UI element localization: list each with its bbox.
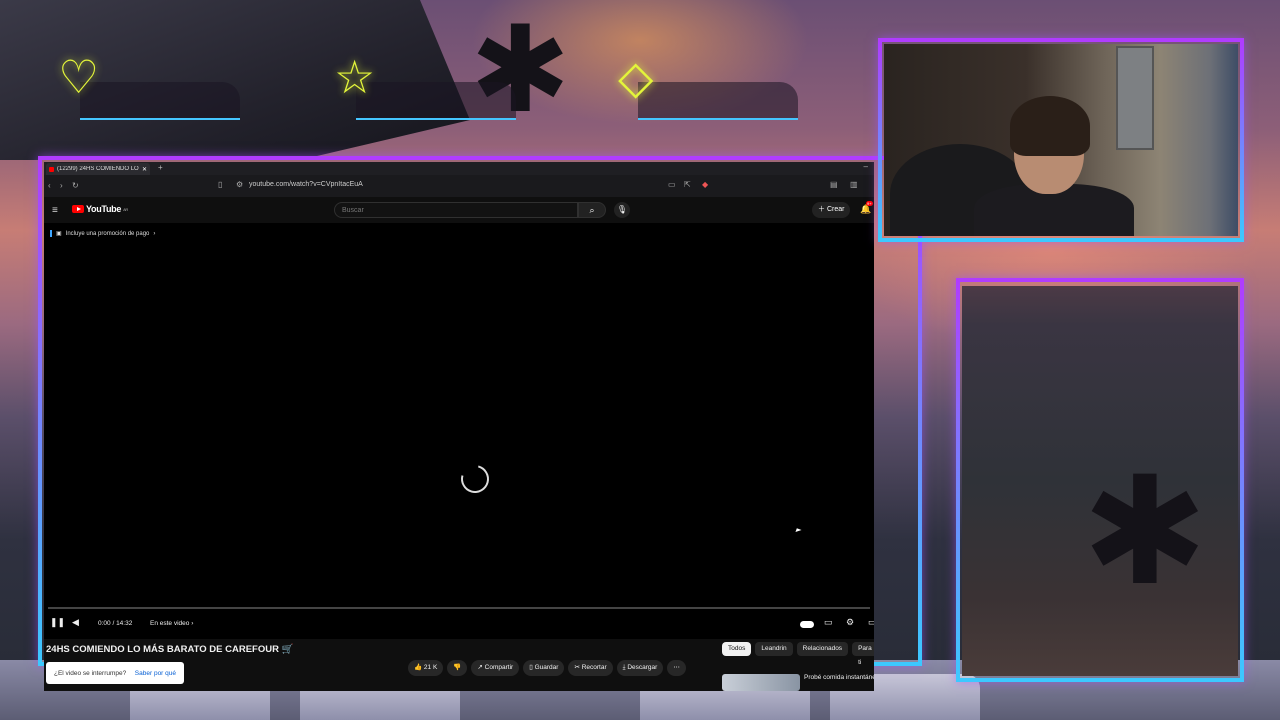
bookmark-icon: ▯ bbox=[529, 664, 533, 671]
promo-icon: ▣ bbox=[56, 231, 62, 237]
theater-mode-icon[interactable]: ▭ bbox=[868, 617, 874, 628]
close-tab-icon[interactable]: ✕ bbox=[142, 166, 147, 173]
loading-spinner-icon bbox=[455, 459, 495, 499]
popup-question: ¿El video se interrumpe? bbox=[54, 669, 127, 677]
tab-title: (12299) 24HS COMIENDO LO MÁ bbox=[57, 166, 139, 172]
site-info-icon[interactable]: ⚙ bbox=[236, 180, 243, 189]
video-title: 24HS COMIENDO LO MÁS BARATO DE CAREFOUR … bbox=[46, 644, 294, 655]
settings-icon[interactable]: ⚙ bbox=[846, 617, 854, 628]
recommendation-chips: Todos Leandrin Relacionados Para ti bbox=[722, 642, 874, 666]
plus-icon: ＋ bbox=[818, 206, 825, 213]
logo-text: YouTube bbox=[86, 204, 122, 214]
save-button[interactable]: ▯ Guardar bbox=[523, 660, 565, 676]
streamer-hair bbox=[1010, 96, 1090, 156]
recommended-video-title[interactable]: Probé comida instantánea del bbox=[804, 674, 874, 682]
youtube-logo[interactable]: YouTube AR bbox=[72, 204, 128, 214]
thumbs-up-icon: 👍 bbox=[414, 664, 423, 671]
download-button[interactable]: ⤓ Descargar bbox=[616, 660, 664, 676]
stream-badge-heart bbox=[80, 82, 240, 120]
clip-button[interactable]: ✂ Recortar bbox=[568, 660, 613, 676]
time-display: 0:00 / 14:32 bbox=[98, 620, 133, 627]
chip-channel[interactable]: Leandrin bbox=[755, 642, 793, 656]
browser-tab[interactable]: (12299) 24HS COMIENDO LO MÁ ✕ bbox=[46, 163, 150, 175]
learn-why-link[interactable]: Saber por qué bbox=[135, 670, 176, 677]
chevron-right-icon: › bbox=[153, 230, 156, 237]
volume-icon[interactable]: ◀ bbox=[72, 617, 79, 628]
promo-text: Incluye una promoción de pago bbox=[65, 230, 150, 237]
chip-for-you[interactable]: Para ti bbox=[852, 642, 874, 666]
region-code: AR bbox=[123, 206, 129, 212]
save-label: Guardar bbox=[534, 664, 559, 671]
more-icon: ⋯ bbox=[673, 664, 680, 671]
heart-icon: ♡ bbox=[58, 51, 100, 103]
bookmark-icon[interactable]: ▯ bbox=[218, 180, 222, 189]
youtube-play-icon bbox=[72, 205, 84, 213]
dislike-button[interactable]: 👎 bbox=[447, 660, 468, 676]
diamond-icon: ◇ bbox=[618, 51, 654, 103]
menu-icon[interactable]: ≡ bbox=[52, 205, 58, 216]
player-controls: ❚❚ ◀ 0:00 / 14:32 En este video › ▭ ⚙ ▭ … bbox=[44, 611, 874, 639]
search-input[interactable]: Buscar bbox=[334, 202, 578, 218]
more-actions-button[interactable]: ⋯ bbox=[667, 660, 686, 676]
browser-window: (12299) 24HS COMIENDO LO MÁ ✕ + – ‹ › ↻ … bbox=[44, 162, 874, 691]
share-icon[interactable]: ⇱ bbox=[684, 180, 691, 189]
progress-bar[interactable] bbox=[48, 607, 870, 609]
clip-label: Recortar bbox=[581, 664, 607, 671]
url-field[interactable]: youtube.com/watch?v=CVpnItacEuA bbox=[249, 181, 363, 188]
background-door bbox=[1116, 46, 1154, 150]
notification-count: 9+ bbox=[866, 201, 873, 206]
like-count: 21 K bbox=[423, 664, 438, 671]
subtitles-icon[interactable]: ▭ bbox=[824, 617, 833, 628]
youtube-header: ≡ YouTube AR Buscar ⌕ 🎙 ＋ Crear 🔔 9+ bbox=[44, 197, 874, 223]
share-icon: ↗ bbox=[477, 664, 483, 671]
ocean-view: ✱ bbox=[962, 286, 1238, 676]
reload-button[interactable]: ↻ bbox=[72, 181, 79, 190]
video-player[interactable]: ▣ Incluye una promoción de pago › ❚❚ ◀ 0… bbox=[44, 223, 874, 639]
thumbs-down-icon: 👎 bbox=[453, 664, 462, 671]
split-view-icon[interactable]: ▥ bbox=[850, 180, 858, 189]
cast-icon[interactable]: ▭ bbox=[668, 180, 676, 189]
video-thumbnail[interactable] bbox=[722, 674, 800, 691]
video-actions: 👍 21 K 👎 ↗ Compartir ▯ Guardar ✂ Recorta… bbox=[408, 660, 686, 676]
autoplay-toggle[interactable] bbox=[800, 621, 814, 628]
playback-help-popup: ¿El video se interrumpe? Saber por qué bbox=[46, 662, 184, 684]
minimize-button[interactable]: – bbox=[864, 162, 868, 171]
stream-badge-diamond bbox=[638, 82, 798, 120]
create-label: Crear bbox=[826, 206, 845, 213]
microphone-icon[interactable]: 🎙 bbox=[614, 202, 630, 218]
address-bar: ‹ › ↻ ▯ ⚙ youtube.com/watch?v=CVpnItacEu… bbox=[44, 175, 874, 197]
webcam-feed bbox=[884, 44, 1238, 236]
chip-related[interactable]: Relacionados bbox=[796, 642, 849, 656]
download-label: Descargar bbox=[627, 664, 658, 671]
chapter-button[interactable]: En este video › bbox=[150, 620, 193, 627]
share-button[interactable]: ↗ Compartir bbox=[471, 660, 520, 676]
palm-tree-decoration: ✱ bbox=[1082, 447, 1208, 615]
chapter-label: En este video bbox=[150, 620, 190, 627]
video-meta: 24HS COMIENDO LO MÁS BARATO DE CAREFOUR … bbox=[44, 639, 874, 691]
paid-promotion-notice[interactable]: ▣ Incluye una promoción de pago › bbox=[50, 230, 155, 237]
youtube-favicon-icon bbox=[49, 166, 54, 172]
extension-icon[interactable]: ◆ bbox=[702, 180, 708, 189]
like-button[interactable]: 👍 21 K bbox=[408, 660, 444, 676]
mouse-cursor-icon bbox=[795, 528, 802, 534]
recommended-video[interactable]: Probé comida instantánea del ⋮ bbox=[722, 674, 874, 691]
star-icon: ☆ bbox=[334, 51, 376, 103]
create-button[interactable]: ＋ Crear bbox=[812, 202, 851, 218]
notifications-icon[interactable]: 🔔 9+ bbox=[860, 201, 873, 215]
search-icon[interactable]: ⌕ bbox=[578, 202, 606, 218]
chip-all[interactable]: Todos bbox=[722, 642, 752, 656]
sidebar-icon[interactable]: ▤ bbox=[830, 180, 838, 189]
pause-icon[interactable]: ❚❚ bbox=[50, 617, 65, 628]
tab-bar: (12299) 24HS COMIENDO LO MÁ ✕ + – bbox=[44, 162, 874, 175]
back-button[interactable]: ‹ bbox=[48, 181, 51, 190]
scissors-icon: ✂ bbox=[574, 664, 580, 671]
stream-badge-star bbox=[356, 82, 516, 120]
forward-button[interactable]: › bbox=[60, 181, 63, 190]
share-label: Compartir bbox=[484, 664, 514, 671]
new-tab-button[interactable]: + bbox=[158, 163, 163, 172]
download-icon: ⤓ bbox=[622, 664, 626, 671]
